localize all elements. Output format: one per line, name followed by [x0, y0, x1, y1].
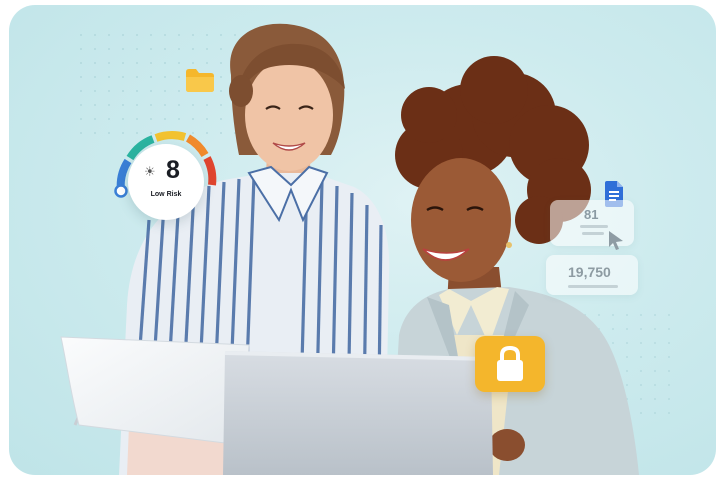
stat-caption-line: [580, 225, 608, 228]
stat-card: 19,750: [546, 255, 638, 295]
stat-value: 81: [584, 207, 599, 222]
stat-value: 19,750: [568, 264, 611, 280]
hero-image: ☀ 8 Low Risk 81 19,750: [9, 5, 716, 475]
risk-gauge: ☀ 8 Low Risk: [101, 125, 231, 225]
risk-score: 8: [166, 156, 180, 184]
stat-caption-line: [582, 232, 604, 235]
stat-caption-line: [568, 285, 618, 288]
laptop: [223, 351, 493, 475]
lock-badge: [475, 336, 545, 392]
cursor-icon: [609, 231, 623, 250]
risk-score-card: ☀ 8 Low Risk: [128, 144, 204, 220]
risk-level-label: Low Risk: [150, 191, 182, 198]
folder-icon: [186, 69, 214, 92]
lock-icon: [497, 345, 523, 381]
